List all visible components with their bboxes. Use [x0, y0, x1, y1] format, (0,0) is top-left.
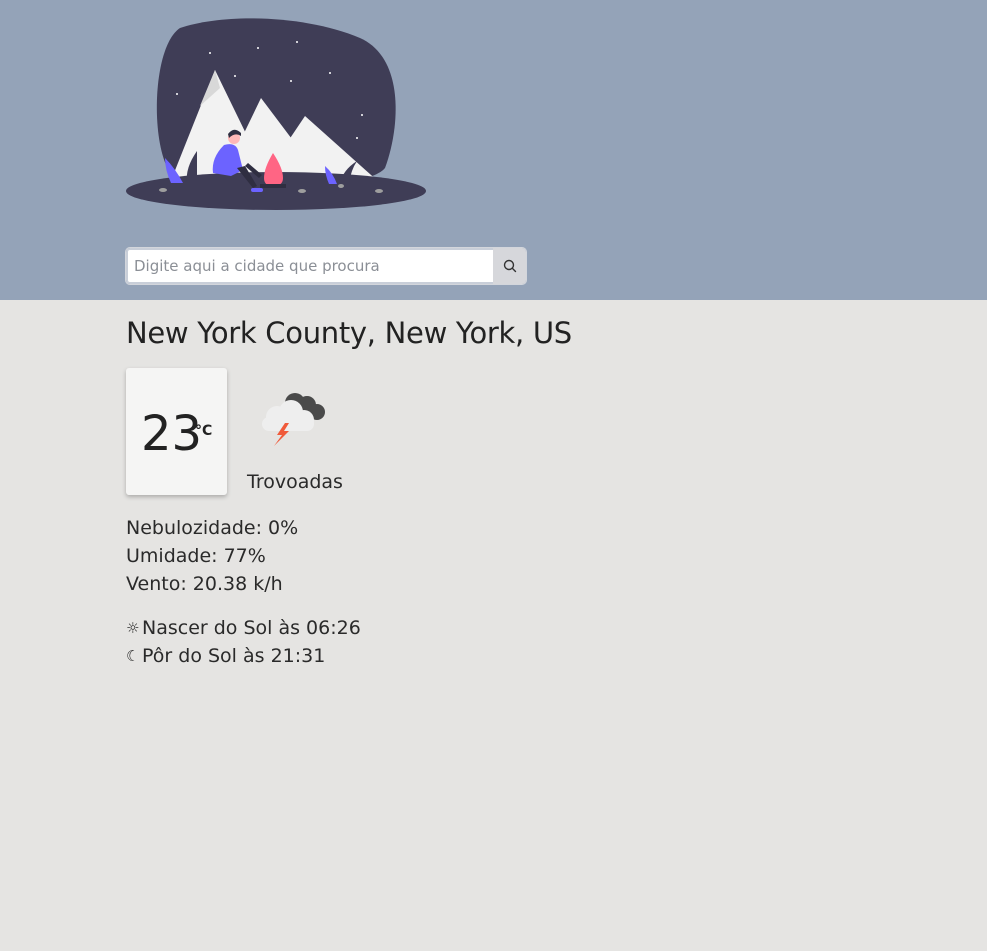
temperature-unit: °C — [195, 423, 213, 439]
weather-details: Nebulozidade: 0% Umidade: 77% Vento: 20.… — [126, 514, 298, 598]
sunset-row: ☾ Pôr do Sol às 21:31 — [126, 642, 361, 670]
wind-text: Vento: 20.38 k/h — [126, 573, 283, 595]
sun-times: ☼ Nascer do Sol às 06:26 ☾ Pôr do Sol às… — [126, 614, 361, 670]
city-name: New York County, New York, US — [126, 316, 572, 350]
sunrise-text: Nascer do Sol às 06:26 — [142, 617, 361, 639]
thunderstorm-icon — [262, 393, 325, 446]
cloudiness-text: Nebulozidade: 0% — [126, 517, 299, 539]
search-icon — [503, 259, 516, 273]
temperature-card: 23 °C — [126, 368, 227, 495]
search-input[interactable] — [126, 248, 493, 284]
condition-label: Trovoadas — [247, 471, 343, 493]
temperature-value: 23 — [141, 406, 203, 462]
sunset-text: Pôr do Sol às 21:31 — [142, 645, 326, 667]
sunrise-row: ☼ Nascer do Sol às 06:26 — [126, 614, 361, 642]
header-banner — [0, 0, 987, 300]
sunset-icon: ☾ — [126, 647, 140, 665]
search-button[interactable] — [493, 248, 526, 284]
search-bar — [126, 248, 526, 284]
humidity-text: Umidade: 77% — [126, 545, 266, 567]
sunrise-icon: ☼ — [126, 619, 140, 637]
camping-illustration — [126, 18, 426, 210]
